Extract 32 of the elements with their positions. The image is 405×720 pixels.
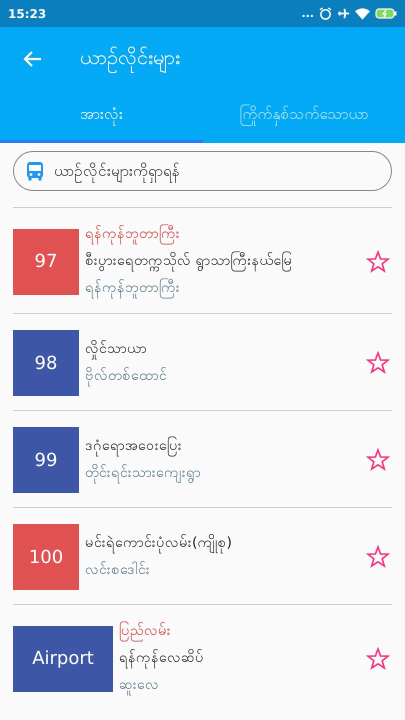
star-icon[interactable]	[366, 351, 390, 375]
route-title: စီးပွားရေတက္ကသိုလ် ရွာသာကြီးနယ်မြေ	[85, 251, 360, 272]
route-subtitle: ဆူးလေ	[119, 675, 360, 696]
route-subtitle: တိုင်းရင်းသားကျေးရွာ	[85, 463, 360, 484]
star-icon[interactable]	[366, 646, 390, 670]
route-number: Airport	[13, 626, 113, 692]
star-icon[interactable]	[366, 448, 390, 472]
route-title: ရန်ကုန်လေဆိပ်	[119, 648, 360, 669]
route-title: လှိုင်သာယာ	[85, 339, 360, 360]
route-number: 99	[13, 427, 79, 493]
screen-title: ယာဥ်လိုင်းများ	[80, 44, 180, 74]
route-note: ပြည်လမ်း	[119, 621, 360, 642]
wifi-icon	[355, 8, 370, 20]
tab[interactable]: အားလုံး	[0, 90, 202, 143]
route-number: 98	[13, 330, 79, 396]
battery-icon	[375, 8, 397, 19]
search-field[interactable]: ယာဥ်လိုင်းများကိုရှာရန်	[13, 151, 392, 191]
notification-dots: ...	[301, 7, 314, 20]
route-note: ရန်ကုန်ဘူတာကြီး	[85, 224, 360, 245]
route-number: 97	[13, 228, 79, 294]
route-subtitle: ရန်ကုန်ဘူတာကြီး	[85, 278, 360, 299]
route-title: ဒဂုံရောအဝေးပြေး	[85, 436, 360, 457]
star-icon[interactable]	[366, 545, 390, 569]
airplane-icon	[337, 7, 350, 20]
route-title: မင်းရဲကောင်းပုံလမ်း(ကျိုစု)	[85, 533, 360, 554]
tab[interactable]: ကြိုက်နှစ်သက်သောယာ	[202, 90, 405, 143]
route-subtitle: ဗိုလ်တစ်ထောင်	[85, 366, 360, 387]
route-subtitle: လင်းစဒေါင်း	[85, 560, 151, 580]
alarm-icon	[319, 7, 332, 20]
star-icon[interactable]	[366, 250, 390, 274]
route-number: 100	[13, 524, 79, 590]
status-time: 15:23	[8, 6, 46, 20]
